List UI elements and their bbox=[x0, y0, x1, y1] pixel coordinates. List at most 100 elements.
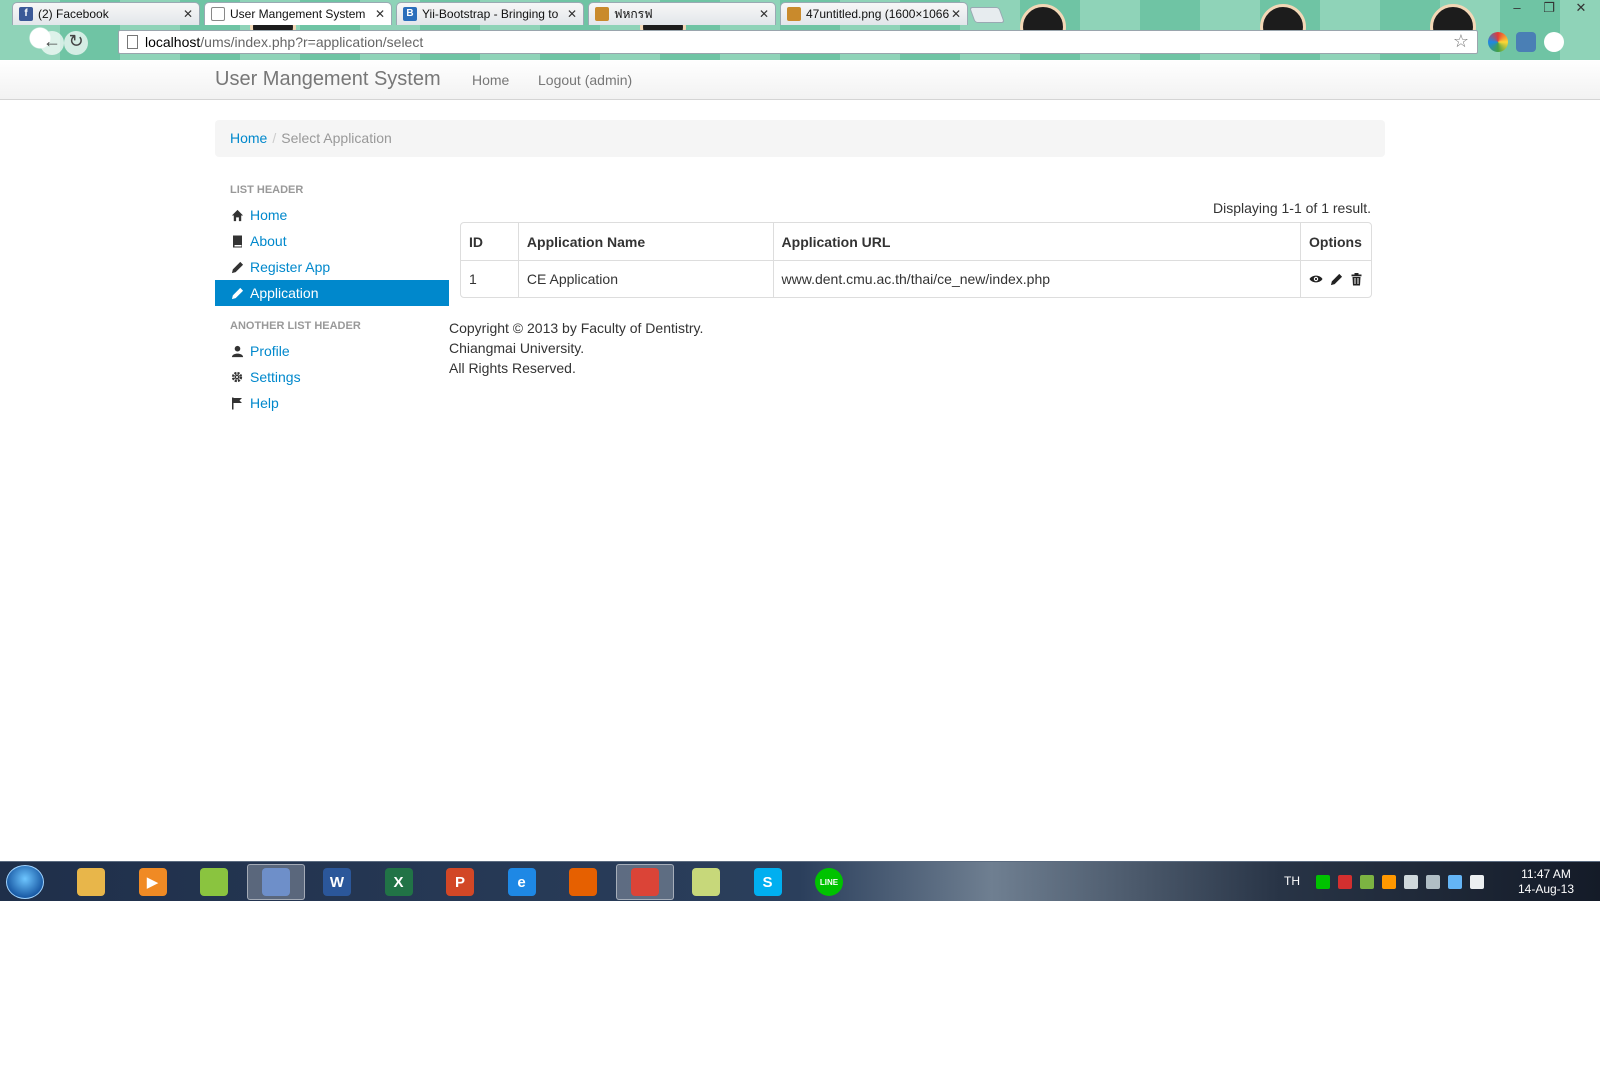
taskbar-app-button[interactable]: S bbox=[739, 864, 797, 900]
footer-rights: All Rights Reserved. bbox=[449, 360, 576, 376]
page-icon bbox=[127, 35, 138, 49]
language-indicator[interactable]: TH bbox=[1284, 874, 1300, 888]
taskbar-app-button[interactable]: ▶ bbox=[124, 864, 182, 900]
application-grid: ID Application Name Application URL Opti… bbox=[460, 222, 1372, 298]
taskbar-app-button[interactable]: W bbox=[308, 864, 366, 900]
theme-extension-icon[interactable] bbox=[1544, 32, 1564, 52]
column-header-options: Options bbox=[1300, 223, 1371, 260]
adobe-tray-icon[interactable] bbox=[1338, 875, 1352, 889]
sidebar-item-label: Application bbox=[250, 285, 319, 301]
network-icon[interactable] bbox=[1426, 875, 1440, 889]
taskbar-app-button[interactable] bbox=[615, 864, 674, 900]
close-icon[interactable]: ✕ bbox=[183, 7, 193, 21]
breadcrumb-home-link[interactable]: Home bbox=[230, 130, 267, 146]
color-picker-extension-icon[interactable] bbox=[1488, 32, 1508, 52]
column-header-application-name[interactable]: Application Name bbox=[517, 223, 773, 260]
sidebar-item-settings[interactable]: Settings bbox=[215, 364, 449, 390]
taskbar-app-button[interactable]: LINE bbox=[800, 864, 858, 900]
taskbar-app-button[interactable] bbox=[246, 864, 305, 900]
browser-toolbar: ← ↻ localhost/ums/index.php?r=applicatio… bbox=[0, 25, 1600, 60]
column-header-application-url[interactable]: Application URL bbox=[772, 223, 1300, 260]
windows-taskbar: ▶ W X Pe S LINE TH 11:47 AM 14-Aug-13 bbox=[0, 861, 1600, 901]
new-tab-button[interactable] bbox=[969, 7, 1005, 23]
reload-icon[interactable]: ↻ bbox=[64, 31, 88, 55]
column-header-id[interactable]: ID bbox=[461, 223, 518, 260]
sidebar-item-label: Profile bbox=[250, 343, 290, 359]
sidebar-item-label: Register App bbox=[250, 259, 331, 275]
facebook-icon: f bbox=[19, 7, 33, 21]
view-icon[interactable] bbox=[1309, 272, 1323, 286]
cog-icon bbox=[230, 370, 244, 384]
image-icon bbox=[595, 7, 609, 21]
table-row: 1 CE Application www.dent.cmu.ac.th/thai… bbox=[461, 260, 1371, 297]
sidebar-item-profile[interactable]: Profile bbox=[215, 338, 449, 364]
taskbar-app-button[interactable] bbox=[677, 864, 735, 900]
footer-university: Chiangmai University. bbox=[449, 340, 585, 356]
sidebar-item-label: Home bbox=[250, 207, 288, 223]
browser-tab[interactable]: ฟหกรฟ ✕ bbox=[588, 2, 776, 25]
powerpoint-icon: P bbox=[446, 868, 474, 896]
sidebar-item-application[interactable]: Application bbox=[215, 280, 449, 306]
browser-tab[interactable]: f (2) Facebook ✕ bbox=[12, 2, 200, 25]
browser-tab-active[interactable]: User Mangement System ✕ bbox=[204, 2, 392, 25]
notepad-icon bbox=[200, 868, 228, 896]
tab-title: 47untitled.png (1600×1066) bbox=[806, 7, 949, 21]
taskbar-app-button[interactable] bbox=[62, 864, 120, 900]
taskbar-app-button[interactable]: e bbox=[493, 864, 551, 900]
close-icon[interactable]: ✕ bbox=[375, 7, 385, 21]
image-icon bbox=[787, 7, 801, 21]
explorer-icon bbox=[77, 868, 105, 896]
maximize-icon[interactable]: ❐ bbox=[1538, 0, 1560, 16]
sidebar-item-home[interactable]: Home bbox=[215, 202, 449, 228]
cell-options bbox=[1300, 260, 1371, 297]
back-icon[interactable]: ← bbox=[40, 31, 64, 55]
sidebar-item-help[interactable]: Help bbox=[215, 390, 449, 416]
breadcrumb-current: Select Application bbox=[281, 130, 392, 146]
sidebar-item-label: Settings bbox=[250, 369, 301, 385]
tab-bar: f (2) Facebook ✕ User Mangement System ✕… bbox=[12, 2, 1005, 25]
nav-home-link[interactable]: Home bbox=[472, 72, 509, 88]
sidebar-item-about[interactable]: About bbox=[215, 228, 449, 254]
word-icon: W bbox=[323, 868, 351, 896]
close-icon[interactable]: ✕ bbox=[951, 7, 961, 21]
taskbar-clock[interactable]: 11:47 AM 14-Aug-13 bbox=[1506, 867, 1586, 897]
update-tray-icon[interactable] bbox=[1382, 875, 1396, 889]
mail-extension-icon[interactable] bbox=[1516, 32, 1536, 52]
sidebar-item-register-app[interactable]: Register App bbox=[215, 254, 449, 280]
browser-tab[interactable]: 47untitled.png (1600×1066) ✕ bbox=[780, 2, 968, 25]
tab-title: (2) Facebook bbox=[38, 7, 109, 21]
url-host: localhost bbox=[145, 34, 201, 50]
taskbar-app-button[interactable]: P bbox=[431, 864, 489, 900]
minimize-icon[interactable]: – bbox=[1506, 0, 1528, 16]
user-icon bbox=[230, 344, 244, 358]
close-icon[interactable]: ✕ bbox=[759, 7, 769, 21]
book-icon bbox=[230, 234, 244, 248]
tab-title: ฟหกรฟ bbox=[614, 6, 653, 21]
delete-icon[interactable] bbox=[1349, 272, 1363, 286]
security-tray-icon[interactable] bbox=[1360, 875, 1374, 889]
address-bar[interactable]: localhost/ums/index.php?r=application/se… bbox=[118, 30, 1478, 54]
browser-tab[interactable]: B Yii-Bootstrap - Bringing to ✕ bbox=[396, 2, 584, 25]
taskbar-app-button[interactable] bbox=[185, 864, 243, 900]
grid-summary: Displaying 1-1 of 1 result. bbox=[1213, 200, 1371, 216]
start-button[interactable] bbox=[6, 865, 44, 899]
window-controls: – ❐ ✕ bbox=[1506, 0, 1592, 16]
sidebar-nav: List header Home About Register App Appl… bbox=[215, 178, 449, 416]
update-icon[interactable] bbox=[1329, 272, 1343, 286]
line-icon: LINE bbox=[815, 868, 843, 896]
url-path: /ums/index.php?r=application/select bbox=[200, 34, 424, 50]
nav-logout-link[interactable]: Logout (admin) bbox=[538, 72, 632, 88]
display-tray-icon[interactable] bbox=[1448, 875, 1462, 889]
flag-icon bbox=[230, 396, 244, 410]
taskbar-app-button[interactable]: X bbox=[370, 864, 428, 900]
action-center-flag-icon[interactable] bbox=[1470, 875, 1484, 889]
excel-icon: X bbox=[384, 868, 413, 896]
volume-icon[interactable] bbox=[1404, 875, 1418, 889]
line-tray-icon[interactable] bbox=[1316, 875, 1330, 889]
bookmark-star-icon[interactable]: ☆ bbox=[1453, 31, 1469, 52]
close-icon[interactable]: ✕ bbox=[567, 7, 577, 21]
taskbar-app-button[interactable] bbox=[554, 864, 612, 900]
footer-copyright: Copyright © 2013 by Faculty of Dentistry… bbox=[449, 320, 704, 336]
brand-link[interactable]: User Mangement System bbox=[215, 68, 441, 91]
close-window-icon[interactable]: ✕ bbox=[1570, 0, 1592, 16]
